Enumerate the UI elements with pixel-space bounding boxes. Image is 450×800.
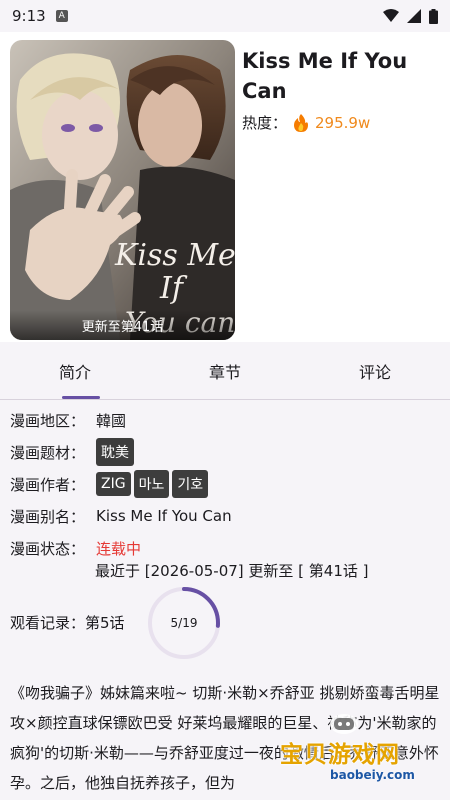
status-time: 9:13 — [12, 7, 46, 25]
cover-update-label: 更新至第41话 — [10, 310, 235, 340]
info-genre-row: 漫画题材： 耽美 — [10, 436, 440, 468]
author-chip[interactable]: 기호 — [172, 470, 209, 498]
fire-icon — [294, 113, 309, 132]
progress-text: 5/19 — [170, 616, 198, 630]
tab-comments-label: 评论 — [358, 362, 391, 382]
history-value[interactable]: 第5话 — [85, 612, 125, 633]
comic-cover-image[interactable]: Kiss Me If You can 更新至第41话 — [10, 40, 235, 340]
alias-label: 漫画别名： — [10, 507, 86, 526]
battery-icon — [429, 8, 438, 24]
tab-chapters-label: 章节 — [208, 362, 241, 382]
heat-value: 295.9w — [315, 113, 371, 132]
history-row: 观看记录： 第5话 — [10, 612, 125, 633]
status-bar: 9:13 A — [0, 0, 450, 32]
state-label: 漫画状态： — [10, 539, 86, 558]
signal-icon — [407, 9, 421, 23]
state-value: 连载中 — [96, 539, 142, 558]
notification-a-icon: A — [55, 10, 68, 22]
tab-chapters[interactable]: 章节 — [150, 342, 300, 399]
cover-art: Kiss Me If You can — [10, 40, 235, 340]
tab-intro[interactable]: 简介 — [0, 342, 150, 399]
status-icons — [383, 8, 438, 24]
cover-title-art: Kiss Me — [114, 238, 235, 273]
comic-title: Kiss Me If You Can — [242, 49, 408, 103]
comic-info: 漫画地区： 韓國 漫画题材： 耽美 漫画作者： ZIG 마노 기호 漫画别名： … — [10, 404, 440, 564]
comic-header: Kiss Me If You can 更新至第41话 Kiss Me If Yo… — [0, 32, 450, 342]
region-label: 漫画地区： — [10, 411, 86, 430]
history-label: 观看记录： — [10, 614, 86, 632]
info-author-row: 漫画作者： ZIG 마노 기호 — [10, 468, 440, 500]
latest-update-text: 最近于 [2026-05-07] 更新至 [ 第41话 ] — [95, 562, 369, 580]
genre-label: 漫画题材： — [10, 443, 86, 462]
wifi-icon — [383, 9, 399, 22]
tab-bar: 简介 章节 评论 — [0, 342, 450, 400]
author-label: 漫画作者： — [10, 475, 86, 494]
heat-row: 热度： 295.9w — [242, 112, 370, 133]
heat-label: 热度： — [242, 114, 288, 132]
tab-intro-label: 简介 — [58, 362, 91, 382]
author-chip[interactable]: 마노 — [133, 470, 170, 498]
info-region-row: 漫画地区： 韓國 — [10, 404, 440, 436]
info-alias-row: 漫画别名： Kiss Me If You Can — [10, 500, 440, 532]
alias-value: Kiss Me If You Can — [96, 507, 232, 525]
tab-indicator — [62, 396, 100, 399]
watermark-text: 宝贝游戏网 — [280, 742, 400, 768]
author-chip[interactable]: ZIG — [96, 472, 131, 496]
watermark-url: baobeiy.com — [330, 768, 415, 782]
tab-comments[interactable]: 评论 — [300, 342, 450, 399]
genre-chip[interactable]: 耽美 — [96, 438, 134, 466]
region-value: 韓國 — [96, 411, 127, 430]
